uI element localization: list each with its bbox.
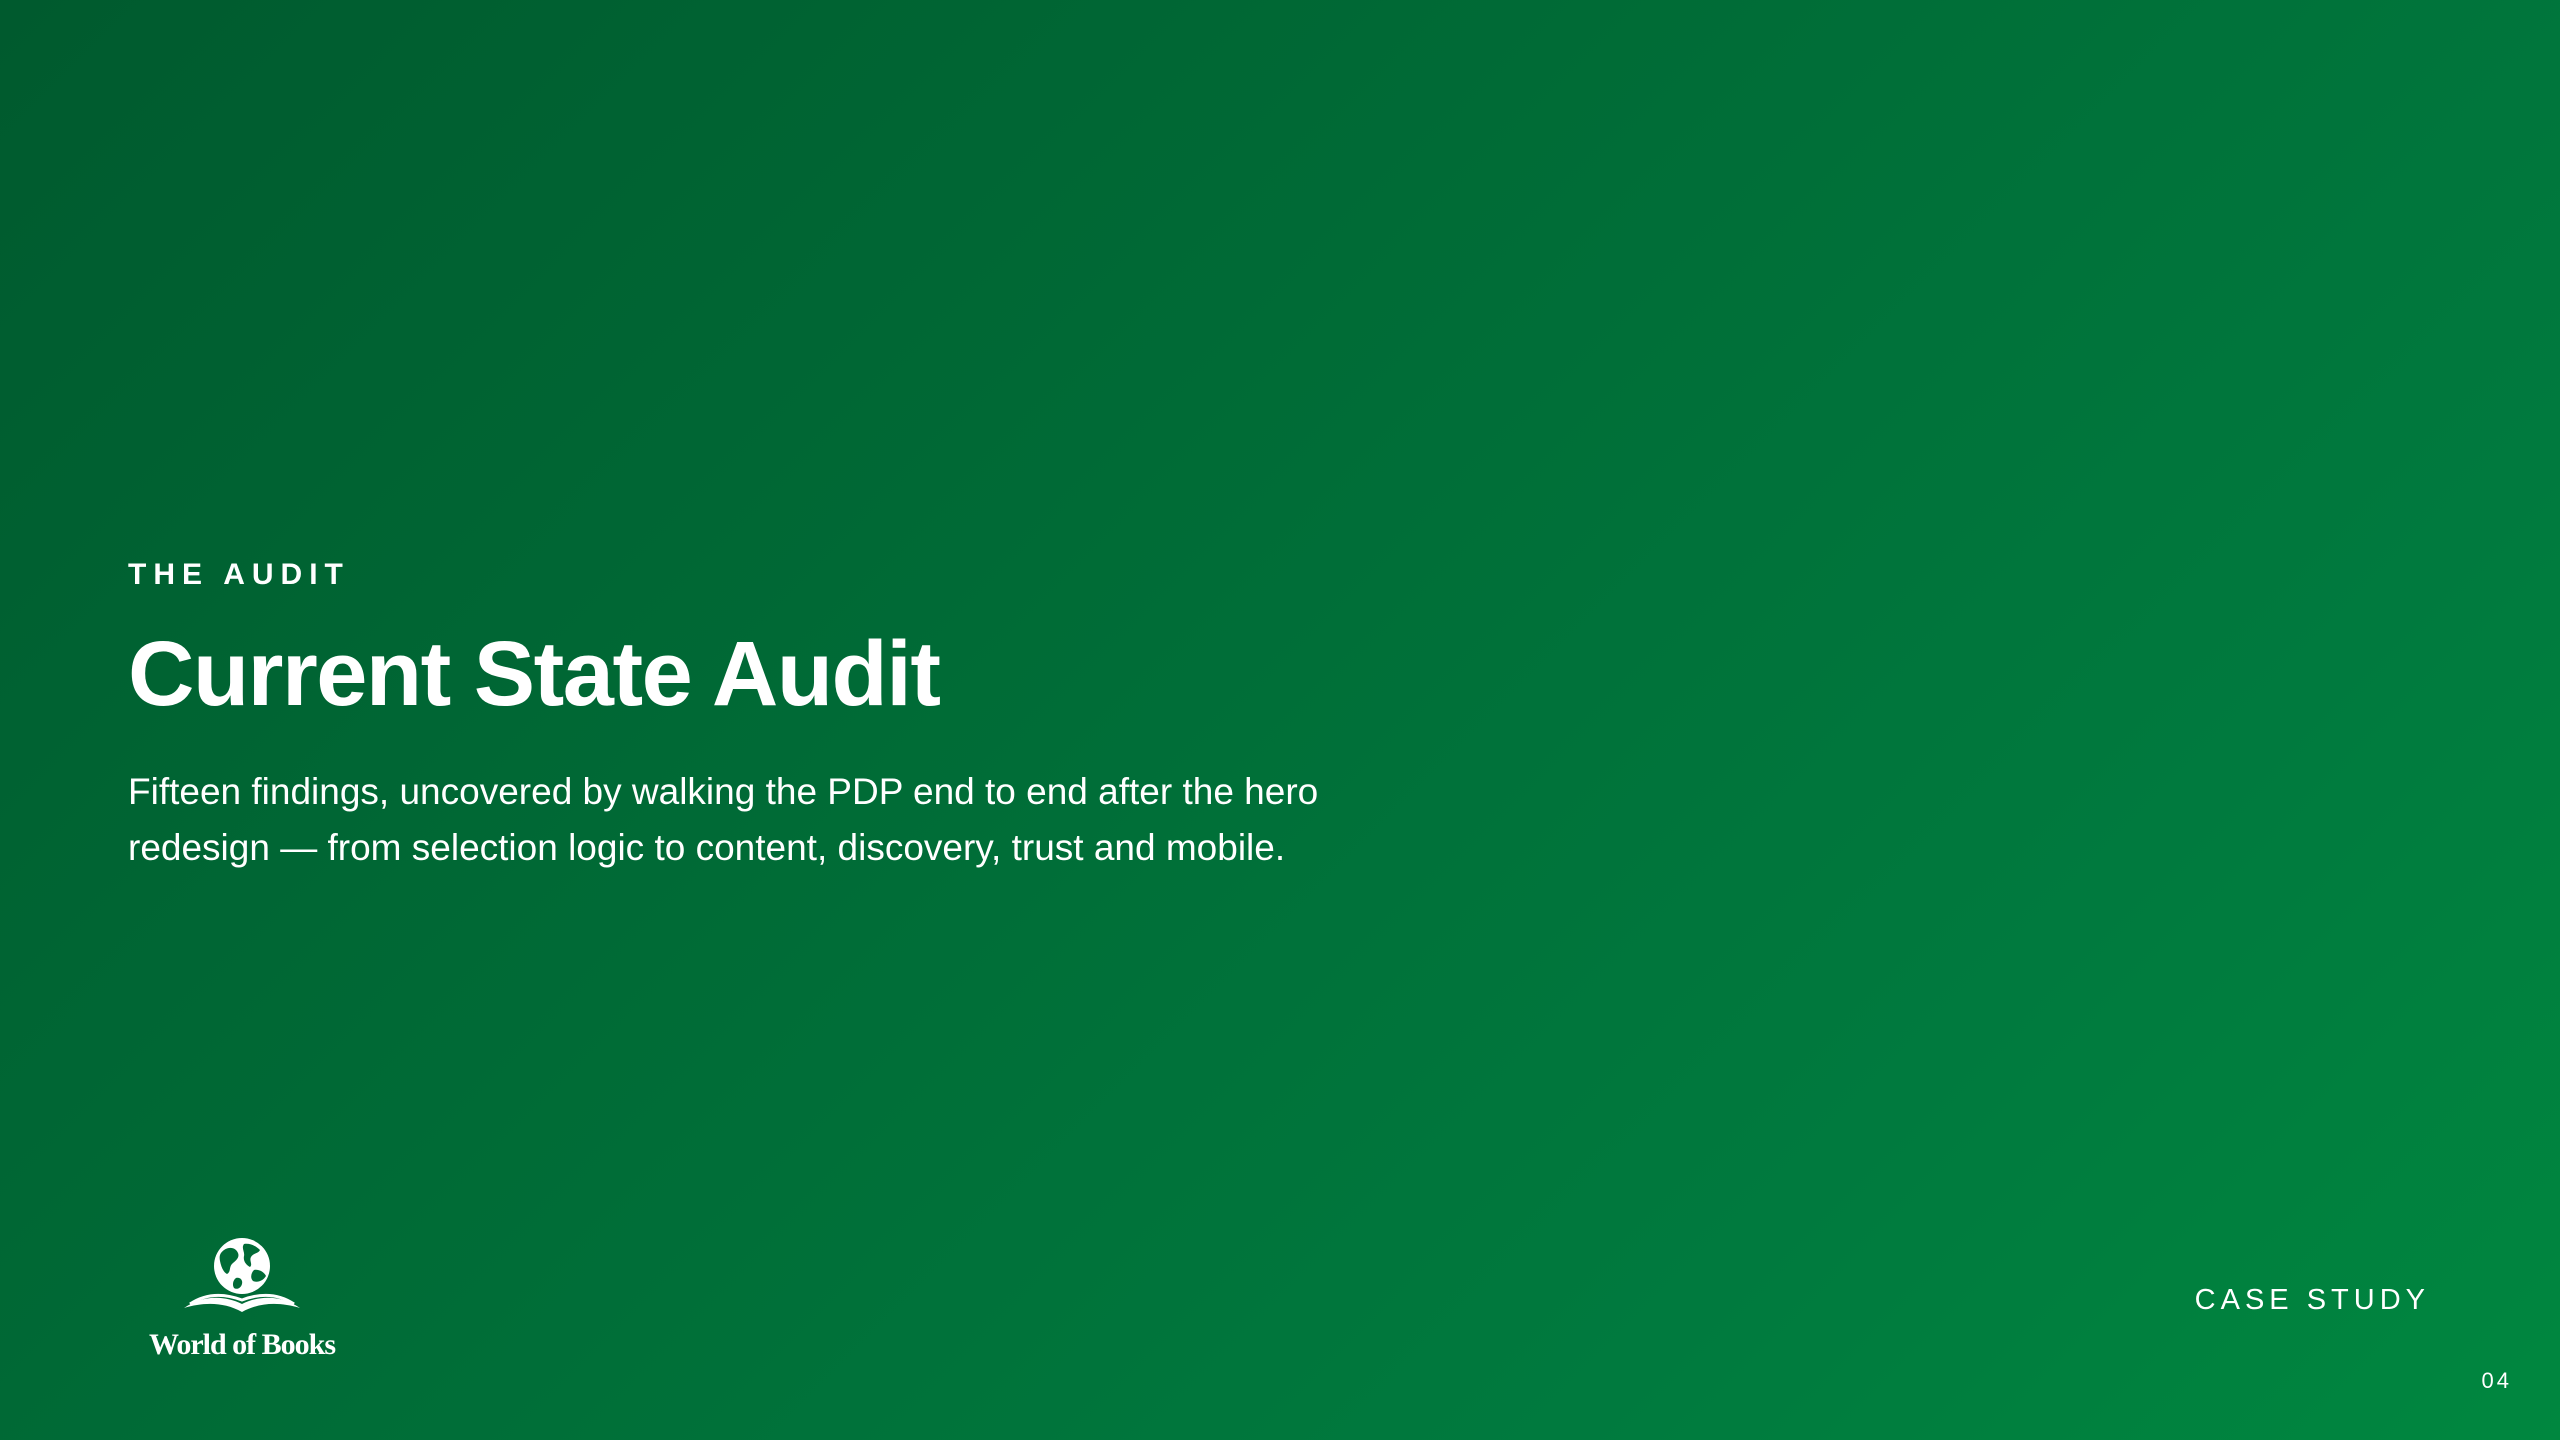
globe-open-book-icon	[184, 1238, 300, 1312]
page-number: 04	[2481, 1368, 2512, 1393]
slide-subtitle: Fifteen findings, uncovered by walking t…	[128, 771, 1319, 868]
slide-title: Current State Audit	[128, 623, 941, 725]
logo-wordmark: World of Books	[148, 1328, 336, 1361]
case-study-label: CASE STUDY	[2194, 1284, 2430, 1316]
slide: THE AUDIT Current State Audit Fifteen fi…	[0, 0, 2560, 1440]
world-of-books-logo: World of Books	[142, 1236, 342, 1366]
section-eyebrow: THE AUDIT	[128, 558, 350, 591]
